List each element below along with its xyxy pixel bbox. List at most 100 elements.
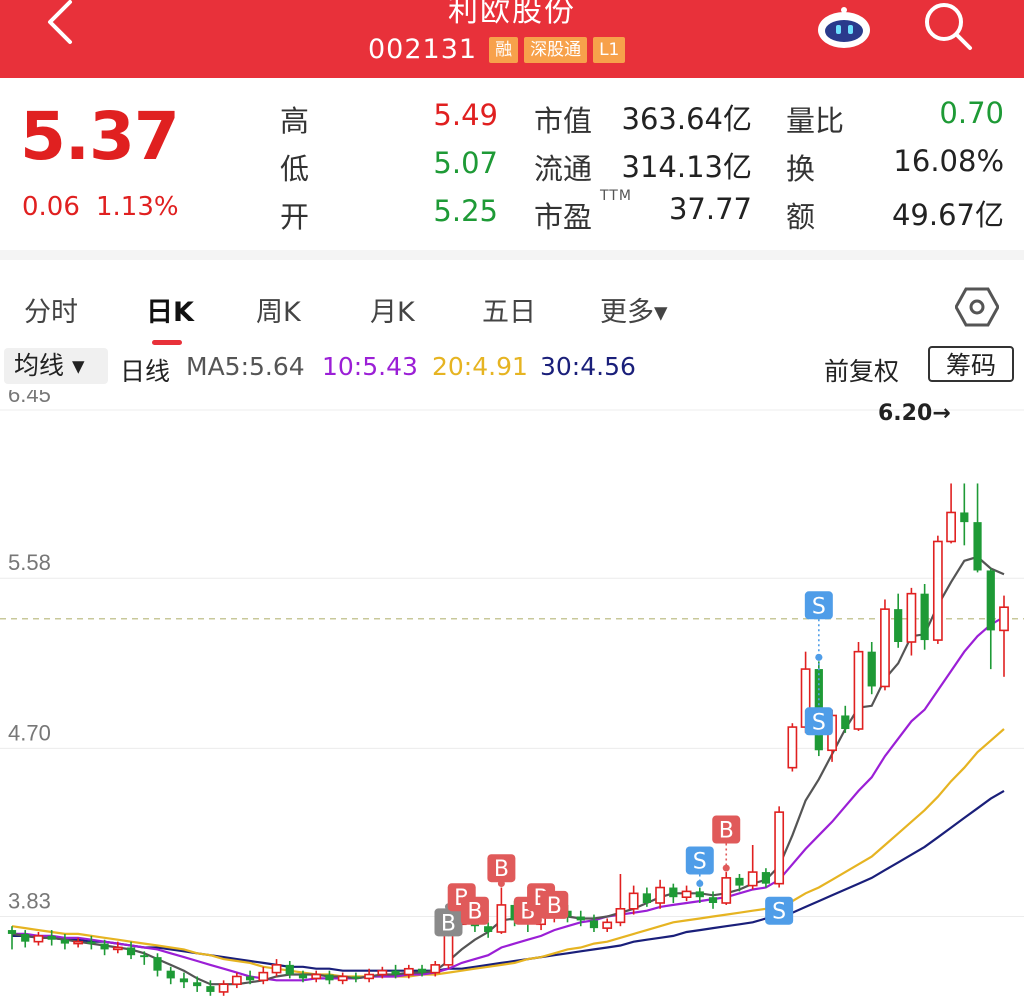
candle-body-down	[193, 982, 202, 987]
indicator-dropdown[interactable]: 均线 ▾	[4, 348, 108, 384]
candle-body-up	[615, 907, 626, 924]
volume-ratio-label: 量比	[786, 104, 845, 138]
pe-value: 37.77	[668, 192, 752, 226]
candle-body-up	[628, 892, 639, 910]
candle-body-down	[391, 970, 400, 975]
stock-code: 002131	[368, 34, 478, 65]
y-axis-label: 6.45	[8, 390, 51, 407]
ma20-line	[11, 728, 1005, 978]
amount-value: 49.67亿	[891, 198, 1004, 232]
candle-body-down	[298, 974, 308, 979]
candle-body-down	[325, 974, 334, 981]
top-bar: 利欧股份 002131 融 深股通 L1	[0, 0, 1024, 78]
tab-weekly-k[interactable]: 周K	[256, 290, 301, 329]
candle-body-down	[642, 893, 651, 903]
pe-ttm-superscript: TTM	[600, 188, 632, 204]
sell-marker-label: S	[812, 594, 826, 619]
search-icon[interactable]	[920, 2, 976, 52]
y-axis-label: 5.58	[8, 550, 51, 575]
period-label: 日线	[120, 357, 171, 386]
candle-body-down	[761, 872, 771, 884]
amount-label: 额	[786, 200, 816, 234]
float-cap-value: 314.13亿	[621, 150, 752, 184]
candle-body-down	[166, 970, 175, 979]
buy-marker-label: B	[547, 894, 562, 919]
candle-body-up	[906, 592, 917, 643]
candle-body-down	[589, 920, 599, 929]
market-cap-value: 363.64亿	[621, 102, 752, 136]
candle-body-up	[258, 971, 269, 982]
candle-body-up	[787, 726, 798, 769]
robot-assistant-icon[interactable]	[812, 4, 876, 50]
low-label: 低	[280, 152, 310, 186]
buy-marker-label: B	[494, 857, 509, 882]
candle-body-up	[364, 973, 375, 980]
candle-body-up	[999, 606, 1009, 632]
buy-marker-label: B	[467, 900, 482, 925]
candle-body-up	[311, 973, 322, 980]
volume-ratio-value: 0.70	[939, 96, 1004, 130]
candle-body-up	[112, 946, 123, 951]
candle-body-down	[179, 978, 189, 983]
period-tabs: 分时 日K 周K 月K 五日 更多▾	[0, 250, 1024, 354]
candle-body-up	[271, 964, 282, 974]
marker-dot	[722, 864, 730, 872]
settings-hexagon-icon[interactable]	[955, 285, 999, 329]
candle-body-down	[351, 976, 360, 979]
candle-body-up	[602, 921, 613, 929]
price-change-percent: 1.13%	[96, 192, 179, 222]
ma5-line	[11, 555, 1005, 986]
candle-body-down	[669, 887, 678, 898]
candle-body-down	[47, 935, 56, 940]
candle-body-up	[430, 964, 441, 974]
candle-body-up	[747, 871, 758, 887]
sell-marker-label: S	[693, 849, 707, 874]
candle-body-down	[87, 941, 96, 944]
candle-body-up	[880, 608, 890, 688]
candle-body-up	[33, 935, 44, 943]
tab-five-day[interactable]: 五日	[482, 290, 536, 329]
candle-body-up	[853, 650, 864, 730]
buy-marker-label: B	[441, 911, 456, 936]
candle-body-up	[655, 886, 666, 904]
forward-adjust-toggle[interactable]: 前复权	[824, 352, 899, 388]
candle-body-up	[403, 967, 414, 976]
y-axis-label: 4.70	[8, 720, 51, 745]
moving-average-bar: 均线 ▾ 日线 MA5:5.64 10:5.43 20:4.91 30:4.56…	[0, 344, 1024, 390]
sell-marker-label: S	[812, 710, 826, 735]
candle-body-down	[60, 939, 70, 944]
candle-body-up	[73, 940, 84, 945]
high-annotation: 6.20→	[878, 401, 951, 426]
open-label: 开	[280, 200, 310, 234]
candle-body-down	[841, 715, 850, 729]
ma5-value: MA5:5.64	[186, 352, 305, 381]
candle-body-down	[245, 976, 255, 981]
candle-body-down	[735, 877, 744, 886]
tab-intraday[interactable]: 分时	[24, 290, 78, 329]
tab-more[interactable]: 更多▾	[600, 290, 668, 329]
float-cap-label: 流通	[534, 152, 593, 186]
candle-body-down	[484, 926, 493, 932]
sell-marker-label: S	[772, 900, 786, 925]
high-label: 高	[280, 104, 310, 138]
tab-monthly-k[interactable]: 月K	[370, 290, 415, 329]
ma30-value: 30:4.56	[540, 352, 636, 381]
candle-body-down	[695, 891, 704, 898]
marker-dot	[815, 653, 823, 661]
candle-body-down	[285, 964, 294, 975]
candle-body-down	[986, 570, 995, 631]
chips-button[interactable]: 筹码	[928, 346, 1014, 382]
candle-body-down	[7, 930, 17, 934]
candle-body-up	[721, 877, 732, 904]
tab-daily-k[interactable]: 日K	[146, 290, 194, 329]
candle-body-down	[126, 947, 136, 956]
candle-body-down	[960, 512, 969, 523]
connect-tag: 深股通	[524, 36, 588, 63]
low-value: 5.07	[433, 146, 498, 180]
candle-body-down	[576, 916, 585, 921]
candlestick-chart[interactable]: 6.455.584.703.83BBBBBBBSBSSS6.20→	[0, 390, 1024, 999]
candle-body-up	[681, 890, 692, 898]
candle-body-down	[417, 968, 427, 973]
candle-body-up	[496, 904, 507, 933]
candle-body-up	[774, 811, 785, 885]
